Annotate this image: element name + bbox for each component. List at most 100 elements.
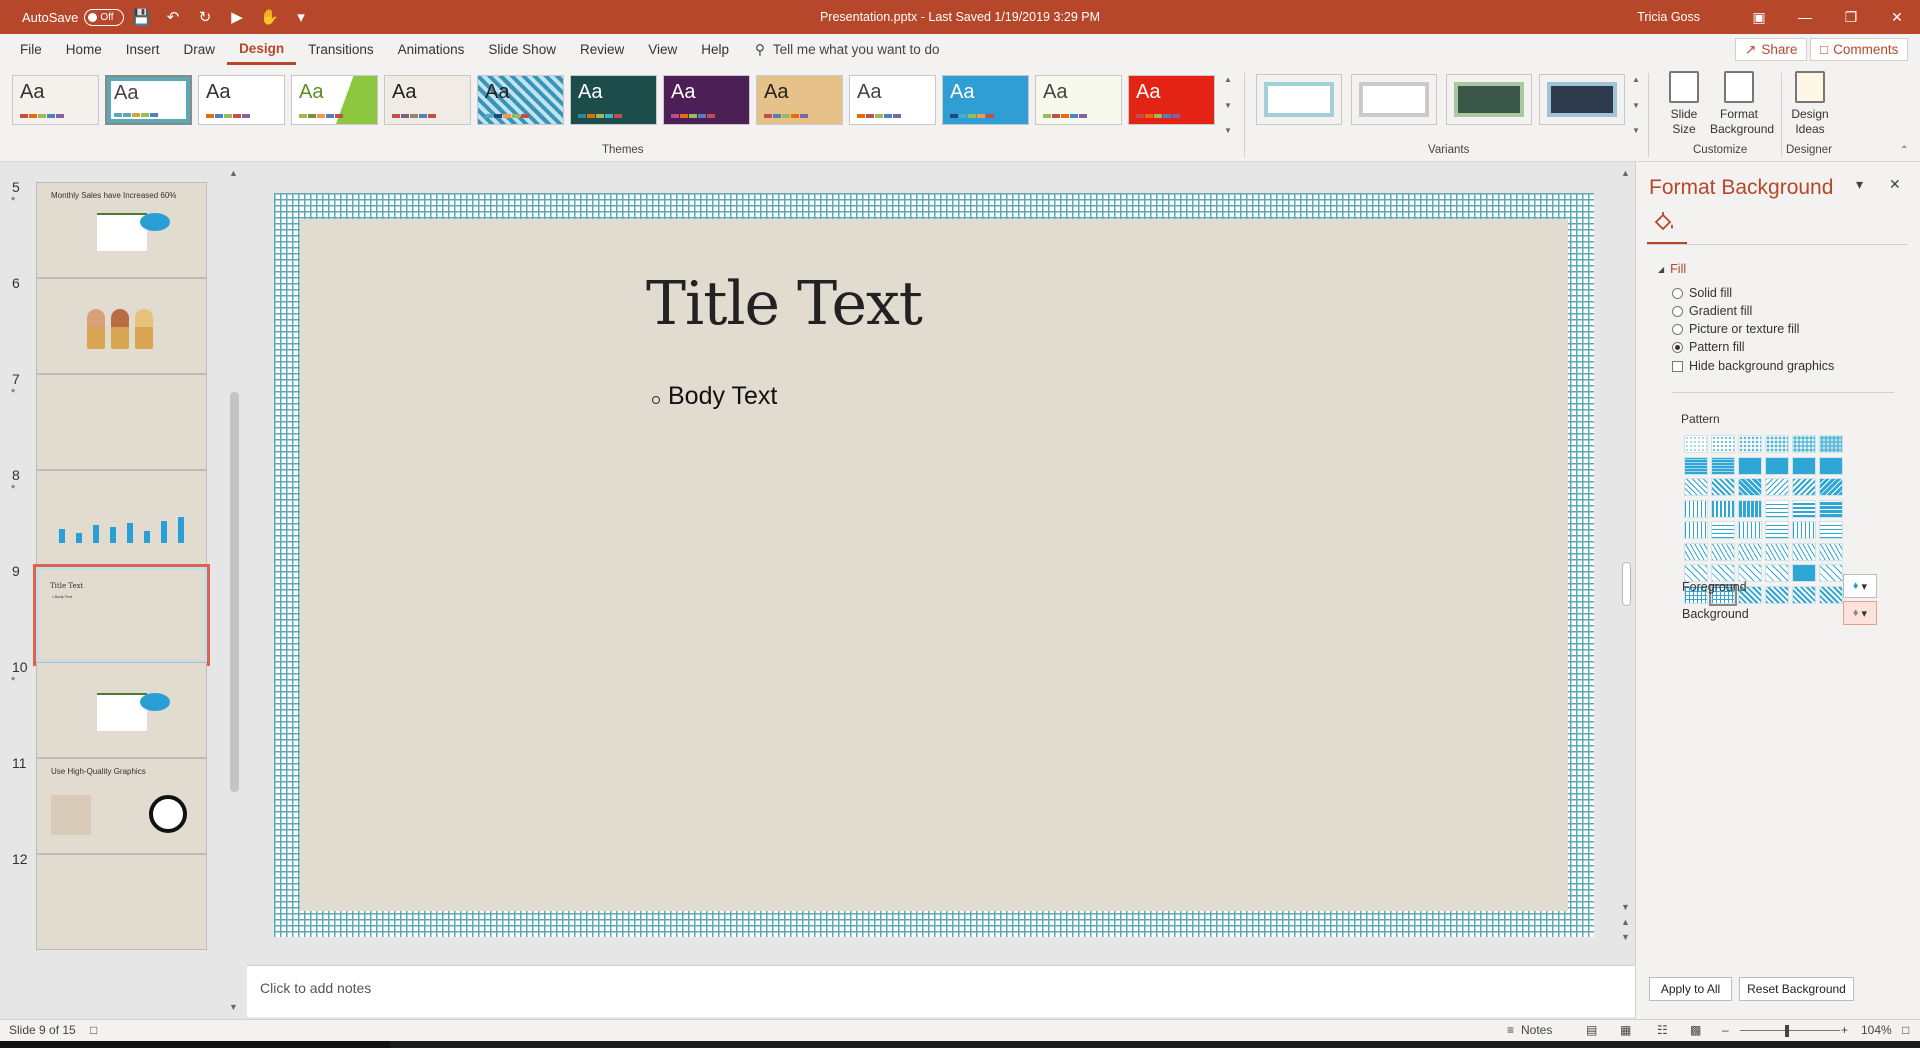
comments-button[interactable]: □ Comments (1810, 38, 1909, 61)
pattern-swatch[interactable] (1819, 564, 1843, 582)
pattern-swatch[interactable] (1738, 456, 1762, 475)
reading-view-icon[interactable]: ☷ (1657, 1023, 1668, 1037)
slide-thumbnail[interactable]: Title Text • Body Text (33, 564, 210, 666)
pattern-swatch[interactable] (1684, 435, 1708, 453)
pattern-swatch[interactable] (1711, 478, 1735, 496)
foreground-color-button[interactable]: ♦ ▾ (1843, 574, 1877, 598)
variants-scroll-up-icon[interactable]: ▲ (1632, 75, 1640, 84)
ribbon-display-icon[interactable]: ▣ (1736, 9, 1782, 26)
slide-sorter-icon[interactable]: ▦ (1620, 1023, 1631, 1037)
slide-title[interactable]: Title Text (646, 269, 923, 339)
zoom-slider[interactable] (1740, 1030, 1840, 1031)
user-name[interactable]: Tricia Goss (1637, 0, 1700, 34)
theme-option[interactable]: Aa (942, 75, 1029, 125)
pattern-swatch[interactable] (1684, 456, 1708, 475)
hide-graphics-option[interactable]: Hide background graphics (1672, 359, 1834, 373)
current-slide[interactable]: Title Text Body Text (274, 193, 1594, 937)
pattern-swatch[interactable] (1711, 499, 1735, 518)
theme-option[interactable]: Aa (849, 75, 936, 125)
pattern-swatch[interactable] (1792, 542, 1816, 561)
previous-slide-icon[interactable]: ▲ (1621, 917, 1630, 927)
scroll-thumb[interactable] (230, 392, 239, 792)
solid-fill-option[interactable]: Solid fill (1672, 286, 1732, 300)
scroll-up-icon[interactable]: ▲ (1621, 168, 1630, 178)
gradient-fill-option[interactable]: Gradient fill (1672, 304, 1752, 318)
pattern-swatch[interactable] (1711, 456, 1735, 475)
tab-design[interactable]: Design (227, 34, 297, 65)
variant-2[interactable] (1351, 74, 1437, 125)
pattern-swatch[interactable] (1765, 499, 1789, 518)
tab-animations[interactable]: Animations (386, 34, 477, 65)
hide-graphics-checkbox[interactable] (1672, 360, 1683, 372)
pattern-swatch[interactable] (1765, 478, 1789, 496)
customize-qat-icon[interactable]: ▾ (292, 8, 310, 26)
tab-insert[interactable]: Insert (114, 34, 172, 65)
pattern-swatch[interactable] (1792, 478, 1816, 496)
picture-fill-radio[interactable] (1672, 323, 1683, 335)
theme-option[interactable]: Aa (291, 75, 378, 125)
minimize-icon[interactable]: — (1782, 9, 1828, 25)
autosave-control[interactable]: AutoSave Off (22, 0, 125, 34)
theme-option[interactable]: Aa (12, 75, 99, 125)
zoom-slider-thumb[interactable] (1785, 1025, 1789, 1037)
background-color-button[interactable]: ♦ ▾ (1843, 601, 1877, 625)
fill-section-header[interactable]: ◢ Fill (1658, 262, 1686, 276)
picture-fill-option[interactable]: Picture or texture fill (1672, 322, 1799, 336)
pattern-swatch[interactable] (1711, 521, 1735, 539)
pattern-swatch[interactable] (1765, 456, 1789, 475)
theme-option[interactable]: Aa (1035, 75, 1122, 125)
tab-home[interactable]: Home (54, 34, 114, 65)
theme-option[interactable]: Aa (198, 75, 285, 125)
pattern-swatch[interactable] (1765, 435, 1789, 453)
scroll-up-icon[interactable]: ▲ (1224, 75, 1232, 84)
slide-body-text[interactable]: Body Text (668, 382, 777, 411)
pattern-swatch[interactable] (1765, 564, 1789, 582)
scroll-thumb[interactable] (1622, 562, 1631, 606)
tab-help[interactable]: Help (689, 34, 741, 65)
slideshow-icon[interactable]: ▩ (1690, 1023, 1701, 1037)
editor-scrollbar[interactable]: ▲ ▼ ▲ ▼ (1618, 162, 1635, 965)
tab-draw[interactable]: Draw (172, 34, 228, 65)
pattern-fill-radio[interactable] (1672, 341, 1683, 353)
pattern-swatch[interactable] (1684, 542, 1708, 561)
pattern-swatch[interactable] (1819, 521, 1843, 539)
pattern-swatch[interactable] (1765, 585, 1789, 604)
pattern-swatch[interactable] (1765, 521, 1789, 539)
gallery-more-icon[interactable]: ▼ (1224, 126, 1232, 135)
pattern-swatch[interactable] (1819, 478, 1843, 496)
notes-icon[interactable]: ≡ (1507, 1023, 1514, 1037)
close-icon[interactable]: ✕ (1874, 9, 1920, 26)
pattern-swatch[interactable] (1792, 435, 1816, 453)
undo-icon[interactable]: ↶ (164, 8, 182, 26)
variant-3[interactable] (1446, 74, 1532, 125)
pattern-swatch[interactable] (1738, 499, 1762, 518)
tab-transitions[interactable]: Transitions (296, 34, 386, 65)
format-background-button[interactable]: Format Background (1710, 71, 1774, 137)
tab-review[interactable]: Review (568, 34, 636, 65)
slide-thumbnail[interactable] (36, 470, 207, 566)
scroll-down-icon[interactable]: ▼ (1224, 101, 1232, 110)
notes-placeholder[interactable]: Click to add notes (260, 980, 371, 996)
zoom-out-icon[interactable]: – (1722, 1023, 1729, 1037)
pattern-fill-option[interactable]: Pattern fill (1672, 340, 1745, 354)
theme-option[interactable]: Aa (756, 75, 843, 125)
pattern-swatch[interactable] (1684, 521, 1708, 539)
slide-thumbnail[interactable]: Use High-Quality Graphics (36, 758, 207, 854)
slide-thumbnail[interactable] (36, 854, 207, 950)
notes-toggle[interactable]: Notes (1521, 1023, 1552, 1037)
solid-fill-radio[interactable] (1672, 287, 1683, 299)
pattern-swatch[interactable] (1792, 521, 1816, 539)
variant-4[interactable] (1539, 74, 1625, 125)
slide-thumbnail[interactable] (36, 278, 207, 374)
pattern-swatch[interactable] (1738, 521, 1762, 539)
pattern-swatch[interactable] (1792, 564, 1816, 582)
pattern-swatch[interactable] (1738, 542, 1762, 561)
tab-view[interactable]: View (636, 34, 689, 65)
tell-me-box[interactable]: ⚲ Tell me what you want to do (755, 42, 939, 58)
touch-mode-icon[interactable]: ✋ (260, 8, 279, 26)
slide-thumbnail[interactable]: Monthly Sales have Increased 60% (36, 182, 207, 278)
pattern-swatch[interactable] (1819, 585, 1843, 604)
collapse-ribbon-icon[interactable]: ⌃ (1900, 145, 1908, 156)
pattern-swatch[interactable] (1738, 478, 1762, 496)
notes-pane[interactable]: Click to add notes (247, 965, 1635, 1017)
